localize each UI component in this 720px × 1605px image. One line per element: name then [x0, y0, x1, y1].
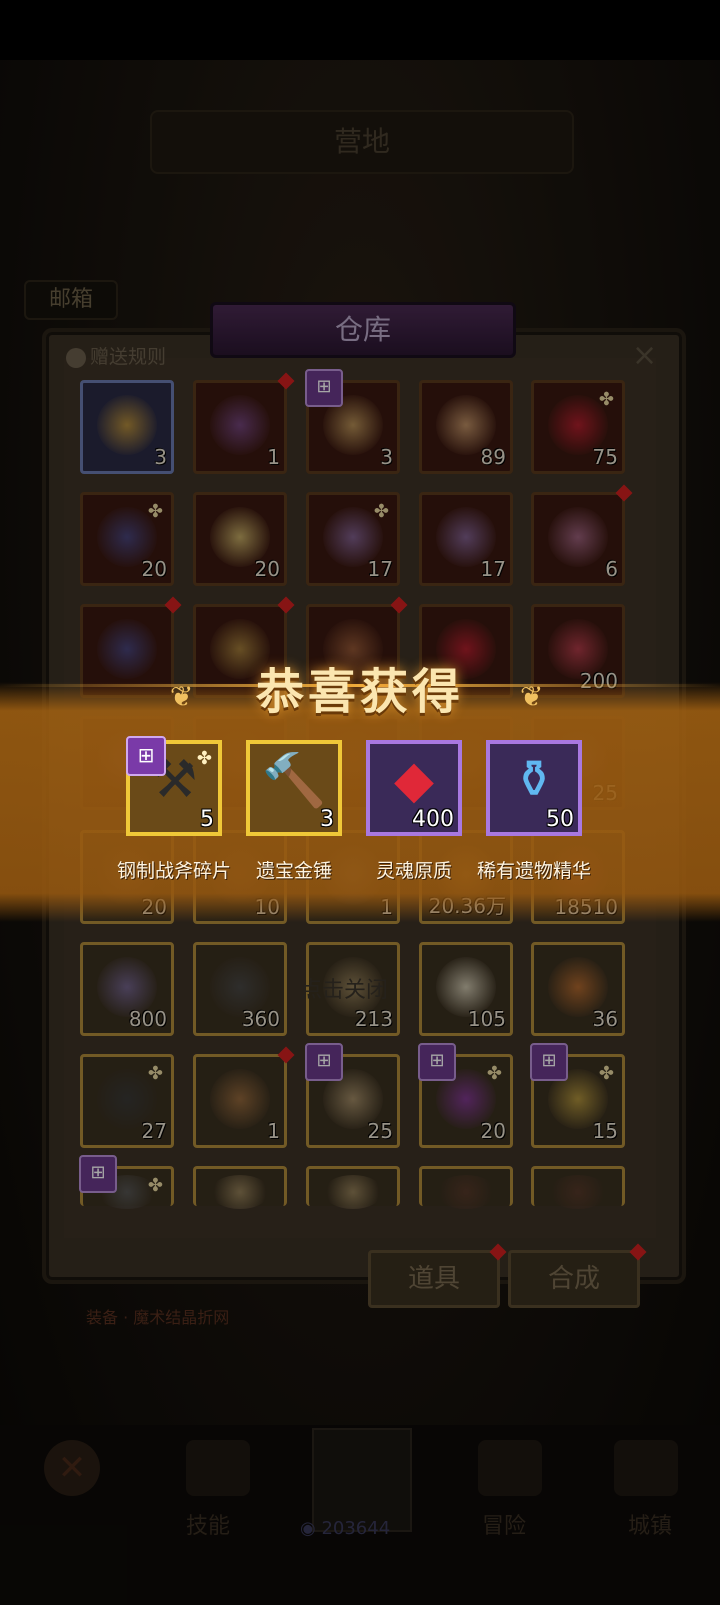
reward-count: 5: [200, 807, 214, 832]
reward-name: 灵魂原质: [375, 860, 452, 882]
reward-item[interactable]: 🔨 3: [246, 740, 342, 836]
scroll-ornament-right: ❦: [520, 680, 544, 713]
reward-count: 400: [412, 807, 454, 832]
reward-count: 50: [546, 807, 574, 832]
reward-count: 3: [320, 807, 334, 832]
potion-icon: ⚱: [512, 750, 556, 810]
red-crystal-icon: ◆: [394, 750, 434, 810]
reward-item[interactable]: ⚱ 50: [486, 740, 582, 836]
gift-icon: ⊞: [126, 736, 166, 776]
reward-item[interactable]: ⚒ 5 ⊞ ✤: [126, 736, 222, 836]
reward-name: 钢制战斧碎片: [116, 860, 231, 882]
congrats-title: 恭喜获得: [255, 664, 464, 720]
reward-name: 稀有遗物精华: [476, 860, 591, 882]
reward-item[interactable]: ◆ 400: [366, 740, 462, 836]
scroll-ornament-left: ❦: [170, 680, 194, 713]
sparkle-icon: ✤: [196, 748, 212, 769]
reward-name: 遗宝金锤: [255, 860, 332, 882]
hammer-icon: 🔨: [261, 751, 327, 811]
